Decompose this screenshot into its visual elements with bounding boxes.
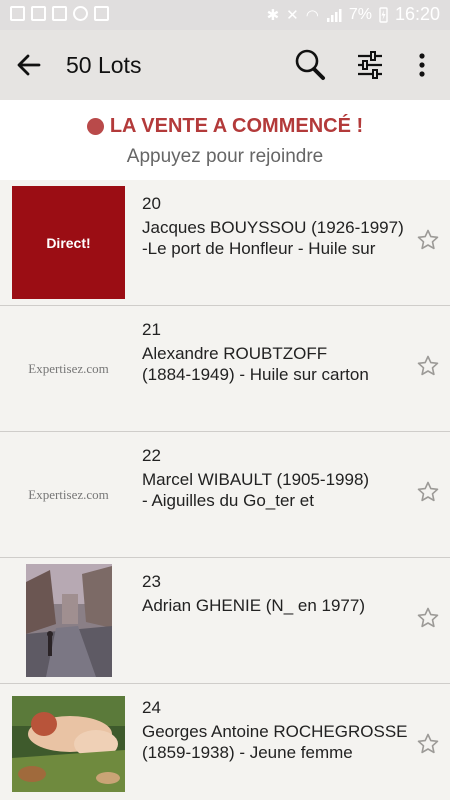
live-dot-icon bbox=[86, 118, 104, 135]
lot-thumbnail bbox=[12, 696, 125, 792]
favorite-star-icon[interactable] bbox=[416, 228, 440, 252]
lot-thumbnail: Expertisez.com bbox=[28, 360, 109, 376]
more-options-button[interactable] bbox=[413, 52, 431, 78]
lot-description: Marcel WIBAULT (1905-1998) - Aiguilles d… bbox=[142, 469, 410, 511]
lot-description: Alexandre ROUBTZOFF (1884-1949) - Huile … bbox=[142, 343, 410, 385]
banner-title: LA VENTE A COMMENCÉ ! bbox=[109, 115, 364, 137]
lot-desc-line1: Marcel WIBAULT (1905-1998) bbox=[142, 470, 370, 489]
list-item[interactable]: Expertisez.com 21 Alexandre ROUBTZOFF (1… bbox=[0, 306, 450, 432]
filter-button[interactable] bbox=[356, 50, 384, 80]
lot-desc-line1: Jacques BOUYSSOU (1926-1997) bbox=[142, 218, 404, 237]
sliders-icon bbox=[358, 51, 382, 79]
lot-desc-line1: Adrian GHENIE (N_ en 1977) bbox=[142, 596, 365, 615]
status-bar: ✱ ✕ ◠ 7% 16:20 bbox=[0, 0, 450, 30]
sim-notification-icon bbox=[31, 6, 46, 21]
battery-charging-icon bbox=[379, 6, 388, 23]
page-title: 50 Lots bbox=[66, 52, 142, 78]
lot-number: 20 bbox=[142, 194, 161, 213]
lot-description: Jacques BOUYSSOU (1926-1997) -Le port de… bbox=[142, 217, 410, 259]
lot-number: 22 bbox=[142, 446, 161, 465]
lot-number: 21 bbox=[142, 320, 161, 339]
lot-number: 23 bbox=[142, 572, 161, 591]
mute-icon: ✕ bbox=[286, 5, 299, 24]
arrow-left-icon bbox=[17, 54, 41, 76]
list-item[interactable]: Expertisez.com 22 Marcel WIBAULT (1905-1… bbox=[0, 432, 450, 558]
wifi-icon: ◠ bbox=[305, 5, 319, 24]
lot-thumbnail: Expertisez.com bbox=[28, 486, 109, 502]
live-sale-banner[interactable]: LA VENTE A COMMENCÉ ! Appuyez pour rejoi… bbox=[0, 100, 450, 180]
lot-list: Direct! 20 Jacques BOUYSSOU (1926-1997) … bbox=[0, 180, 450, 800]
back-button[interactable] bbox=[14, 50, 44, 80]
street-painting-image bbox=[26, 564, 112, 677]
favorite-star-icon[interactable] bbox=[416, 354, 440, 378]
mail-notification-icon bbox=[52, 6, 67, 21]
battery-percent: 7% bbox=[348, 5, 372, 23]
signal-icon bbox=[326, 8, 342, 22]
bluetooth-icon: ✱ bbox=[266, 5, 280, 24]
lot-desc-line2: (1884-1949) - Huile sur carton bbox=[142, 365, 369, 384]
more-vertical-icon bbox=[419, 53, 425, 77]
lot-thumbnail: Direct! bbox=[12, 186, 125, 299]
status-clock: 16:20 bbox=[394, 4, 440, 24]
search-icon bbox=[295, 49, 325, 80]
banner-subtitle: Appuyez pour rejoindre bbox=[126, 146, 324, 167]
lot-desc-line2: (1859-1938) - Jeune femme bbox=[142, 743, 353, 762]
lot-desc-line1: Georges Antoine ROCHEGROSSE bbox=[142, 722, 408, 741]
favorite-star-icon[interactable] bbox=[416, 480, 440, 504]
favorite-star-icon[interactable] bbox=[416, 606, 440, 630]
lot-desc-line1: Alexandre ROUBTZOFF bbox=[142, 344, 328, 363]
app-bar: 50 Lots bbox=[0, 30, 450, 100]
lot-thumbnail bbox=[26, 564, 112, 677]
lot-description: Georges Antoine ROCHEGROSSE (1859-1938) … bbox=[142, 721, 410, 763]
calendar-notification-icon bbox=[94, 6, 109, 21]
lot-number: 24 bbox=[142, 698, 161, 717]
favorite-star-icon[interactable] bbox=[416, 732, 440, 756]
list-item[interactable]: 24 Georges Antoine ROCHEGROSSE (1859-193… bbox=[0, 684, 450, 800]
gallery-notification-icon bbox=[10, 6, 25, 21]
lot-desc-line2: -Le port de Honfleur - Huile sur bbox=[142, 239, 376, 258]
lot-description: Adrian GHENIE (N_ en 1977) bbox=[142, 595, 410, 616]
list-item[interactable]: Direct! 20 Jacques BOUYSSOU (1926-1997) … bbox=[0, 180, 450, 306]
search-button[interactable] bbox=[294, 48, 326, 82]
list-item[interactable]: 23 Adrian GHENIE (N_ en 1977) bbox=[0, 558, 450, 684]
reclining-woman-painting-image bbox=[12, 696, 125, 792]
lot-desc-line2: - Aiguilles du Go_ter et bbox=[142, 491, 314, 510]
sync-notification-icon bbox=[73, 6, 88, 21]
